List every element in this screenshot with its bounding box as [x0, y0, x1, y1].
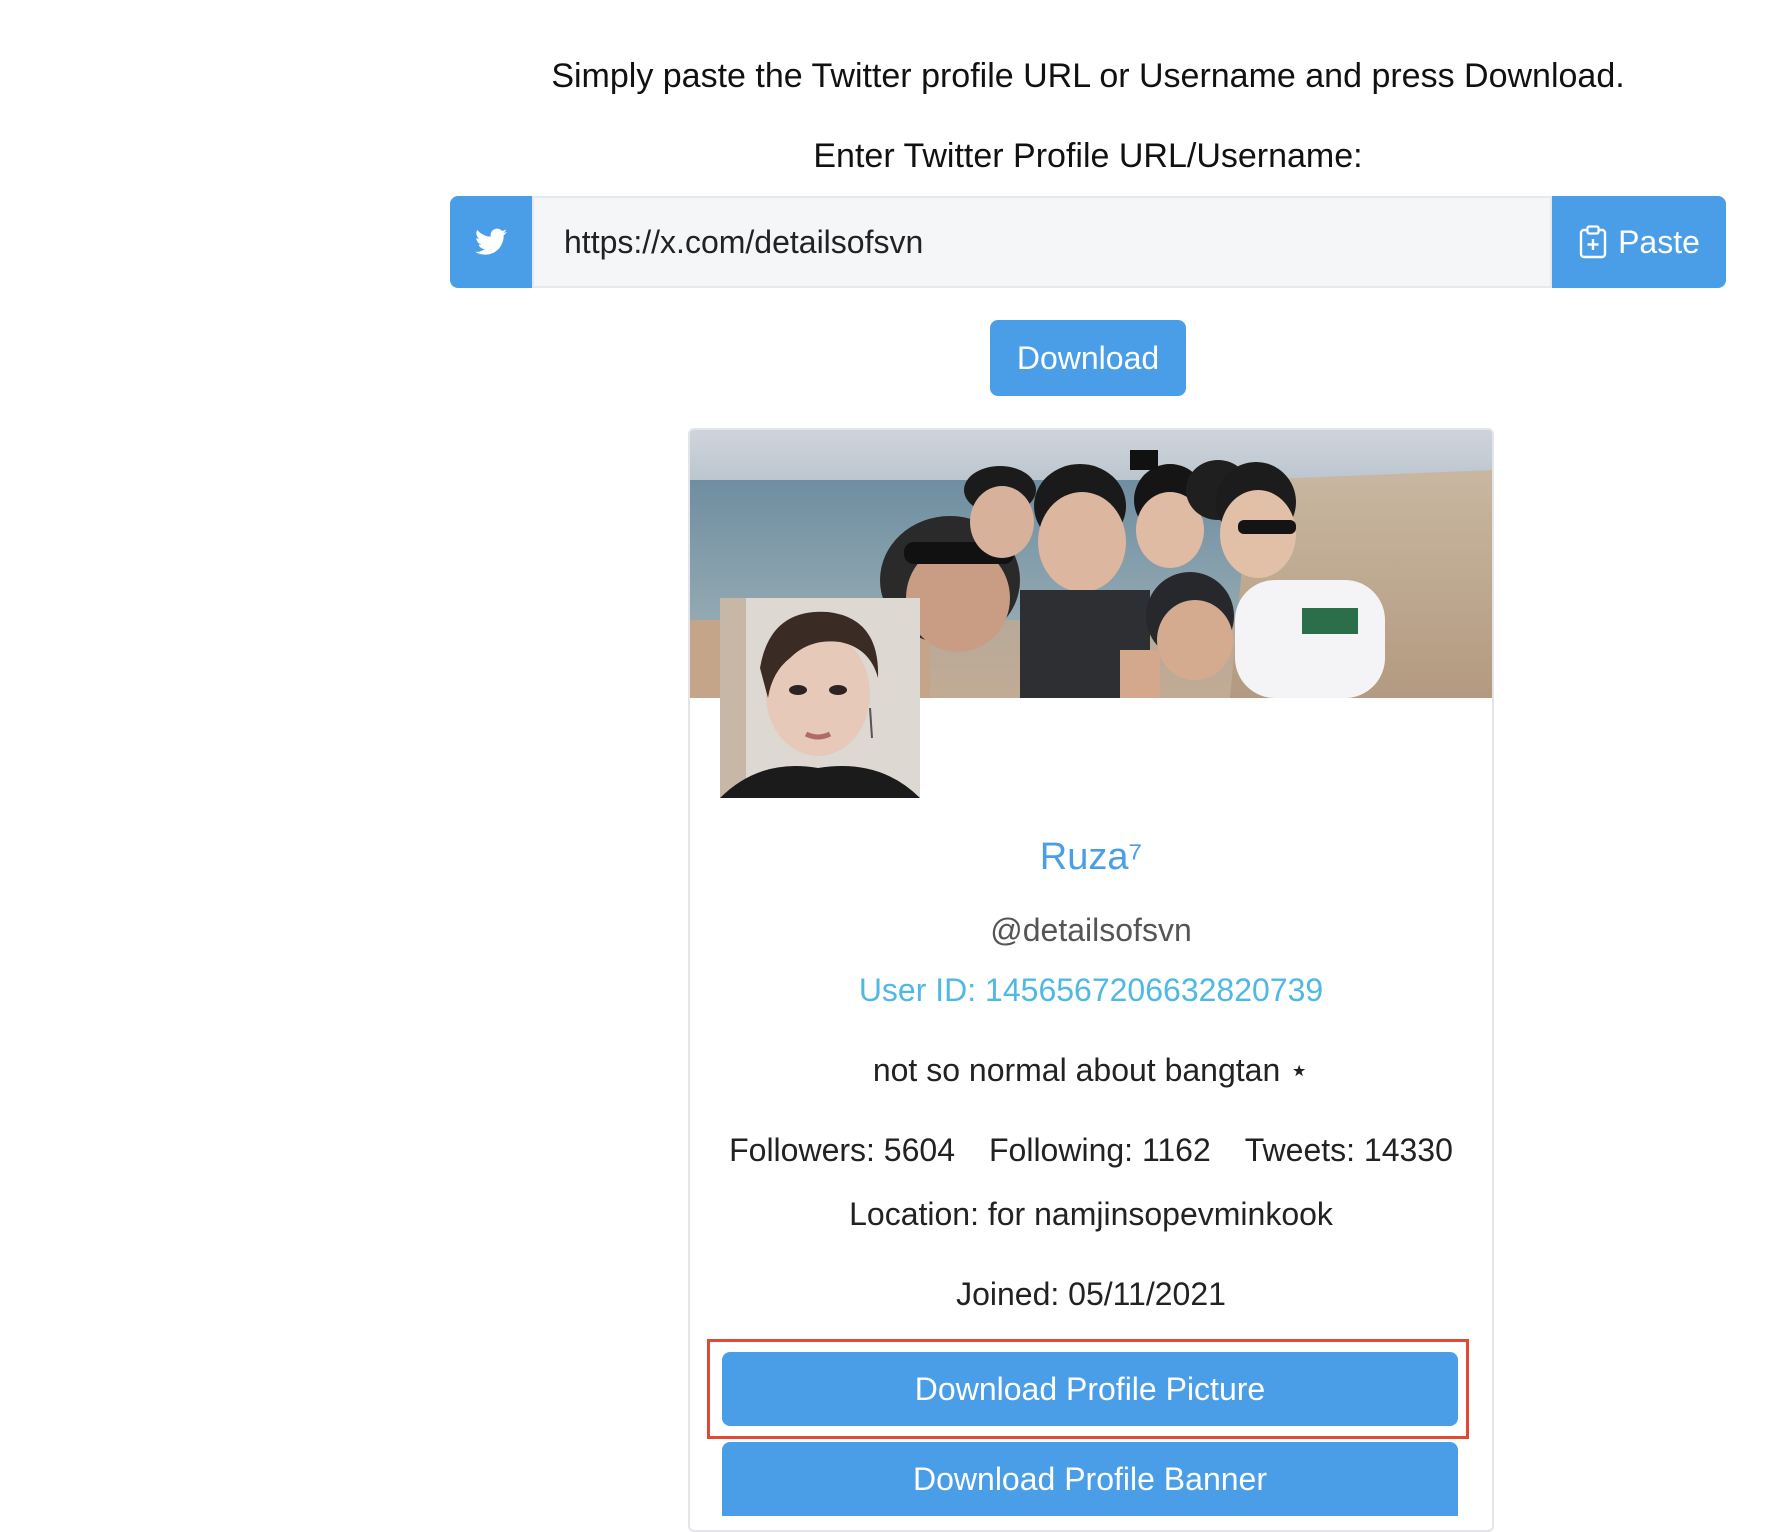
- profile-stats: Followers: 5604 Following: 1162 Tweets: …: [690, 1130, 1492, 1170]
- profile-bio: not so normal about bangtan ⋆: [872, 1052, 1310, 1088]
- display-name: Ruza⁷: [1039, 836, 1143, 878]
- user-id: User ID: 1456567206632820739: [858, 972, 1324, 1008]
- tweets-count: Tweets: 14330: [1244, 1132, 1453, 1168]
- profile-card: Ruza⁷ @detailsofsvn User ID: 14565672066…: [688, 428, 1494, 1532]
- input-label: Enter Twitter Profile URL/Username:: [813, 137, 1363, 175]
- twitter-bird-icon-svg: [475, 228, 507, 255]
- twitter-bird-icon: [450, 196, 532, 288]
- joined-date: Joined: 05/11/2021: [956, 1276, 1226, 1312]
- username-handle: @detailsofsvn: [990, 912, 1192, 948]
- instruction-text: Simply paste the Twitter profile URL or …: [551, 57, 1625, 95]
- download-button[interactable]: Download: [990, 320, 1186, 396]
- download-profile-picture-button[interactable]: Download Profile Picture: [722, 1352, 1458, 1426]
- download-profile-banner-button[interactable]: Download Profile Banner: [722, 1442, 1458, 1516]
- profile-location: Location: for namjinsopevminkook: [849, 1196, 1333, 1232]
- url-input[interactable]: [532, 196, 1552, 288]
- followers-count: Followers: 5604: [729, 1132, 955, 1168]
- profile-picture: [720, 598, 920, 798]
- avatar-photo: [720, 598, 920, 798]
- paste-button-label: Paste: [1618, 223, 1700, 260]
- paste-button[interactable]: Paste: [1552, 196, 1726, 288]
- following-count: Following: 1162: [988, 1132, 1211, 1168]
- clipboard-plus-icon: [1579, 225, 1607, 259]
- url-input-group: Paste: [450, 196, 1726, 288]
